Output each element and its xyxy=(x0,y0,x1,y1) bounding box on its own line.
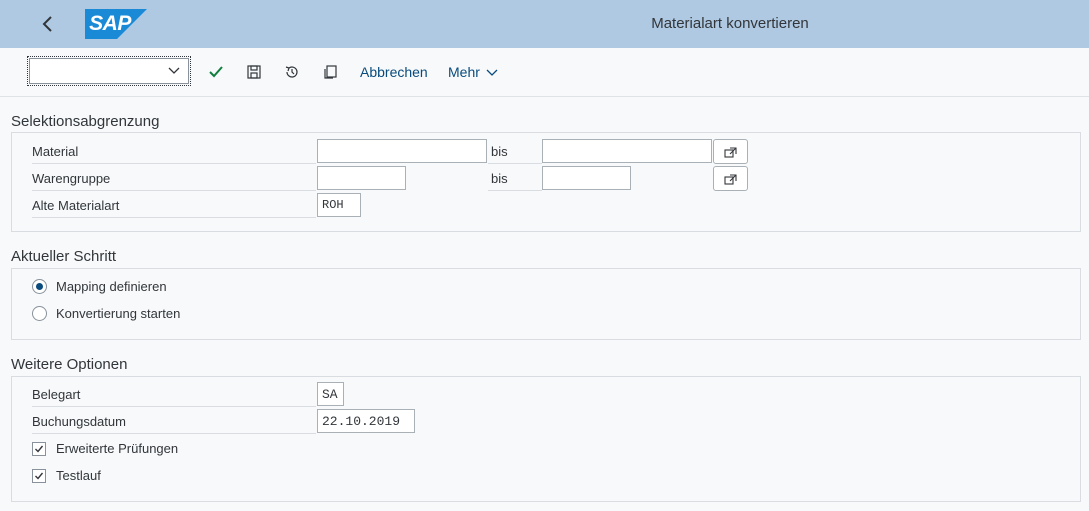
back-icon xyxy=(42,16,52,32)
section-title-step: Aktueller Schritt xyxy=(11,248,117,265)
multiple-selection-icon xyxy=(723,173,737,185)
shell-header: SAP Materialart konvertieren xyxy=(0,0,1089,48)
old-material-type-label: Alte Materialart xyxy=(32,192,316,218)
material-group-bis-label: bis xyxy=(488,165,542,191)
radio-conversion-start-label: Konvertierung starten xyxy=(56,306,181,321)
multiple-selection-icon xyxy=(723,146,737,158)
material-group-label: Warengruppe xyxy=(32,165,316,191)
posting-date-input[interactable] xyxy=(317,409,415,433)
selection-group: Material bis Warengruppe bis Alte Materi… xyxy=(11,132,1081,232)
section-title-options: Weitere Optionen xyxy=(11,356,128,373)
radio-mapping-define[interactable] xyxy=(32,279,47,294)
material-multiple-selection-button[interactable] xyxy=(713,139,748,164)
checkbox-test-run-label: Testlauf xyxy=(56,468,101,483)
history-button[interactable] xyxy=(282,62,302,82)
history-icon xyxy=(285,66,298,78)
material-group-from-input[interactable] xyxy=(317,166,406,190)
copy-button[interactable] xyxy=(320,62,340,82)
logo-text: SAP xyxy=(89,12,131,35)
material-bis-label: bis xyxy=(488,138,542,164)
material-label: Material xyxy=(32,138,316,164)
more-button[interactable]: Mehr xyxy=(448,64,498,80)
step-group: Mapping definieren Konvertierung starten xyxy=(11,268,1081,340)
material-group-to-input[interactable] xyxy=(542,166,631,190)
checkbox-extended-checks[interactable] xyxy=(32,442,46,456)
chevron-down-icon[interactable] xyxy=(167,64,181,78)
more-label: Mehr xyxy=(448,64,480,80)
posting-date-label: Buchungsdatum xyxy=(32,408,316,434)
sap-logo: SAP xyxy=(85,9,147,39)
radio-conversion-start[interactable] xyxy=(32,306,47,321)
material-group-multiple-selection-button[interactable] xyxy=(713,166,748,191)
document-type-input[interactable] xyxy=(317,382,344,406)
chevron-down-icon xyxy=(486,69,498,77)
command-field[interactable] xyxy=(27,56,191,86)
checkbox-test-run[interactable] xyxy=(32,469,46,483)
section-title-selection: Selektionsabgrenzung xyxy=(11,113,160,130)
check-button[interactable] xyxy=(206,62,226,82)
check-icon xyxy=(209,66,223,78)
options-group: Belegart Buchungsdatum Erweiterte Prüfun… xyxy=(11,376,1081,502)
copy-icon xyxy=(324,65,337,79)
radio-mapping-define-label: Mapping definieren xyxy=(56,279,167,294)
old-material-type-input[interactable] xyxy=(317,193,361,217)
page-title: Materialart konvertieren xyxy=(651,15,809,32)
document-type-label: Belegart xyxy=(32,381,316,407)
back-button[interactable] xyxy=(32,10,64,38)
save-icon xyxy=(247,65,261,79)
cancel-button[interactable]: Abbrechen xyxy=(360,64,428,80)
toolbar: Abbrechen Mehr xyxy=(0,48,1089,97)
material-to-input[interactable] xyxy=(542,139,712,163)
material-from-input[interactable] xyxy=(317,139,487,163)
checkmark-icon xyxy=(35,472,44,480)
checkmark-icon xyxy=(35,445,44,453)
save-button[interactable] xyxy=(244,62,264,82)
checkbox-extended-checks-label: Erweiterte Prüfungen xyxy=(56,441,179,456)
